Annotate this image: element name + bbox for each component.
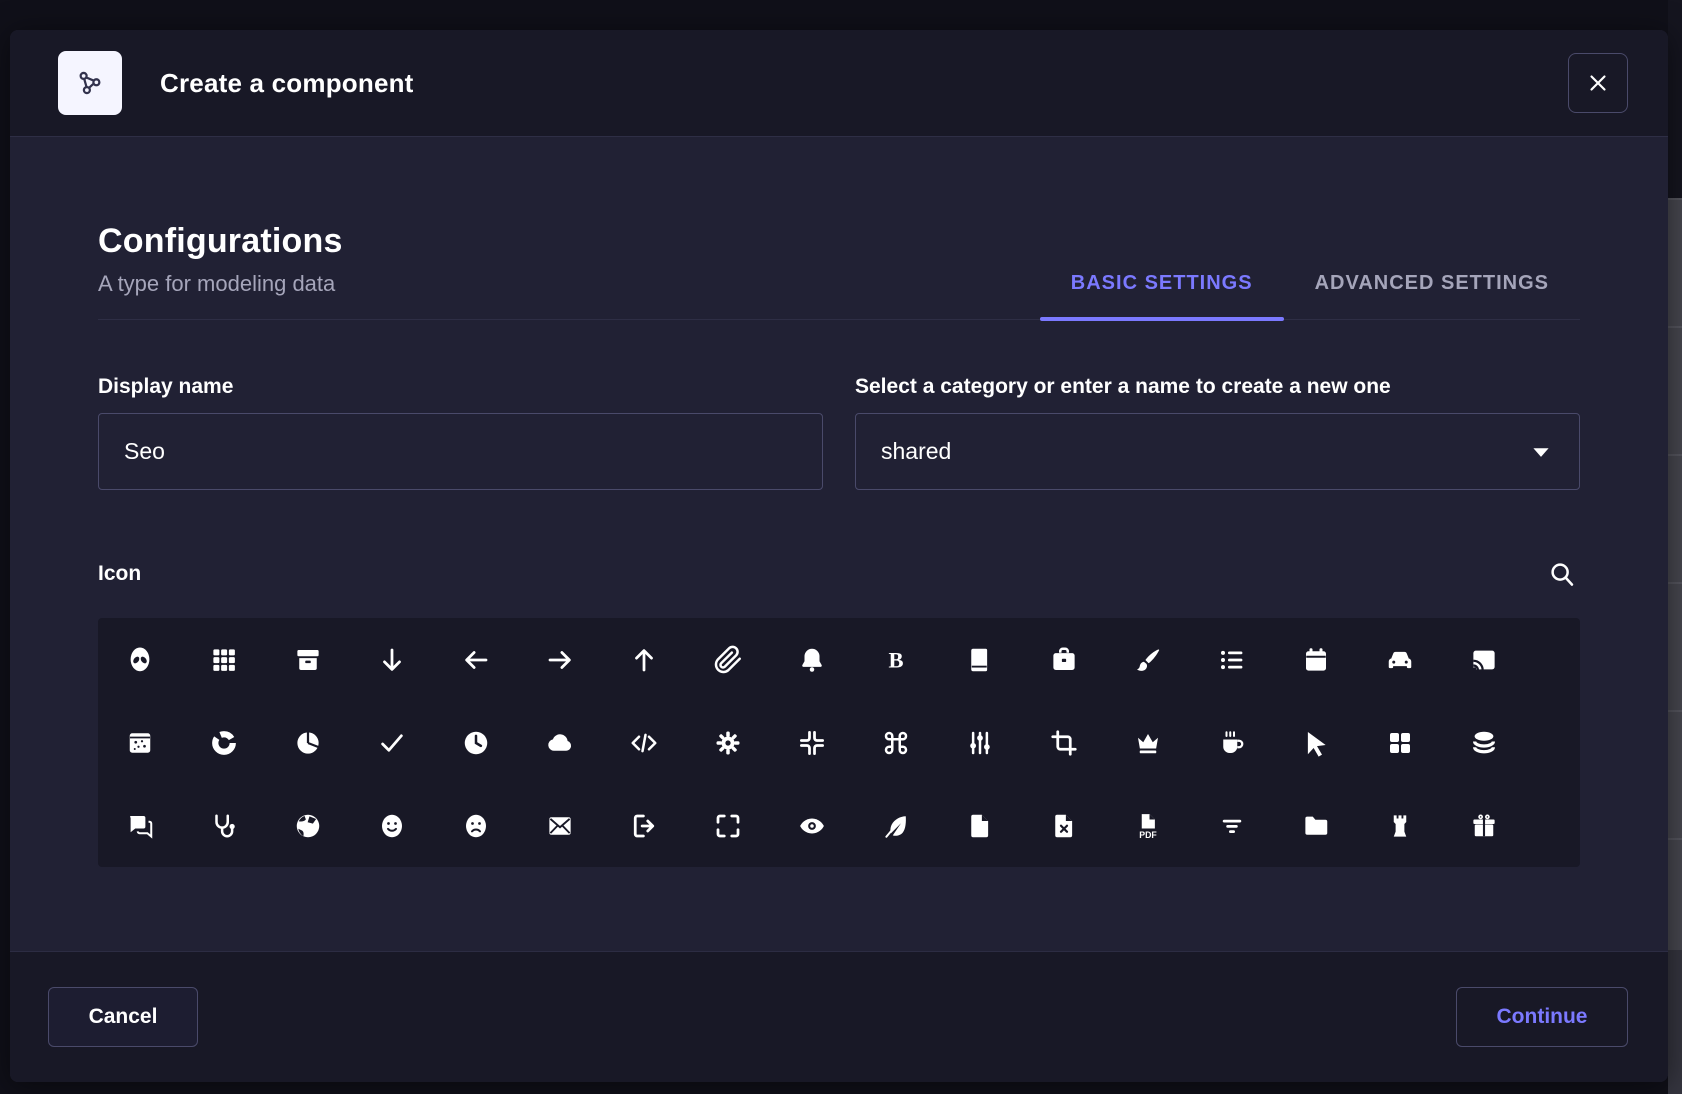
gate-icon[interactable] <box>1372 798 1428 854</box>
section-subtitle: A type for modeling data <box>98 271 343 297</box>
calendar-icon[interactable] <box>1288 632 1344 688</box>
category-label: Select a category or enter a name to cre… <box>855 375 1580 399</box>
display-name-label: Display name <box>98 375 823 399</box>
cloud-icon[interactable] <box>532 715 588 771</box>
cancel-button[interactable]: Cancel <box>48 987 198 1047</box>
icon-picker-label: Icon <box>98 562 141 586</box>
section-title: Configurations <box>98 222 343 261</box>
check-icon[interactable] <box>364 715 420 771</box>
clock-icon[interactable] <box>448 715 504 771</box>
component-icon <box>58 51 122 115</box>
archive-icon[interactable] <box>280 632 336 688</box>
command-icon[interactable] <box>868 715 924 771</box>
file-error-icon[interactable] <box>1036 798 1092 854</box>
close-icon <box>1585 70 1611 96</box>
dashboard-icon[interactable] <box>1372 715 1428 771</box>
close-button[interactable] <box>1568 53 1628 113</box>
chart-bubble-icon[interactable] <box>112 715 168 771</box>
category-select[interactable]: shared <box>855 413 1580 490</box>
crop-icon[interactable] <box>1036 715 1092 771</box>
cog-icon[interactable] <box>700 715 756 771</box>
continue-button[interactable]: Continue <box>1456 987 1628 1047</box>
database-icon[interactable] <box>1456 715 1512 771</box>
display-name-input[interactable] <box>98 413 823 490</box>
background-table-footer <box>1668 950 1682 1094</box>
cast-icon[interactable] <box>1456 632 1512 688</box>
collapse-icon[interactable] <box>784 715 840 771</box>
folder-icon[interactable] <box>1288 798 1344 854</box>
arrow-up-icon[interactable] <box>616 632 672 688</box>
crown-icon[interactable] <box>1120 715 1176 771</box>
eye-icon[interactable] <box>784 798 840 854</box>
car-icon[interactable] <box>1372 632 1428 688</box>
modal-header: Create a component <box>10 30 1668 137</box>
chart-pie-icon[interactable] <box>280 715 336 771</box>
search-icon <box>1547 559 1577 589</box>
brush-icon[interactable] <box>1120 632 1176 688</box>
create-component-modal: Create a component Configurations A type… <box>10 30 1668 1082</box>
file-pdf-icon[interactable]: PDF <box>1120 798 1176 854</box>
alien-icon[interactable] <box>112 632 168 688</box>
search-icon-button[interactable] <box>1544 556 1580 592</box>
bullet-list-icon[interactable] <box>1204 632 1260 688</box>
background-table-rows <box>1668 198 1682 950</box>
gift-icon[interactable] <box>1456 798 1512 854</box>
category-select-value: shared <box>881 438 951 465</box>
apps-icon[interactable] <box>196 632 252 688</box>
tab-basic-settings[interactable]: BASIC SETTINGS <box>1040 272 1284 319</box>
filter-icon[interactable] <box>1204 798 1260 854</box>
chevron-down-icon <box>1528 439 1554 465</box>
exit-icon[interactable] <box>616 798 672 854</box>
arrow-left-icon[interactable] <box>448 632 504 688</box>
feather-icon[interactable] <box>868 798 924 854</box>
discuss-icon[interactable] <box>112 798 168 854</box>
modal-title: Create a component <box>160 68 414 99</box>
tabs-divider <box>98 319 1580 320</box>
arrow-down-icon[interactable] <box>364 632 420 688</box>
chart-donut-icon[interactable] <box>196 715 252 771</box>
console-icon[interactable] <box>952 715 1008 771</box>
earth-icon[interactable] <box>280 798 336 854</box>
bold-icon[interactable]: B <box>868 632 924 688</box>
doctor-icon[interactable] <box>196 798 252 854</box>
modal-body: Configurations A type for modeling data … <box>10 137 1668 951</box>
envelope-icon[interactable] <box>532 798 588 854</box>
icon-grid: B PDF <box>98 618 1580 867</box>
arrow-right-icon[interactable] <box>532 632 588 688</box>
code-icon[interactable] <box>616 715 672 771</box>
file-icon[interactable] <box>952 798 1008 854</box>
book-icon[interactable] <box>952 632 1008 688</box>
attachment-icon[interactable] <box>700 632 756 688</box>
cursor-icon[interactable] <box>1288 715 1344 771</box>
emotion-unhappy-icon[interactable] <box>448 798 504 854</box>
briefcase-icon[interactable] <box>1036 632 1092 688</box>
cup-icon[interactable] <box>1204 715 1260 771</box>
expand-icon[interactable] <box>700 798 756 854</box>
background-page-edge <box>1668 0 1682 1094</box>
svg-text:B: B <box>888 647 903 672</box>
modal-footer: Cancel Continue <box>10 951 1668 1082</box>
bell-icon[interactable] <box>784 632 840 688</box>
tabs: BASIC SETTINGS ADVANCED SETTINGS <box>1040 272 1580 319</box>
tab-advanced-settings[interactable]: ADVANCED SETTINGS <box>1284 272 1580 319</box>
emotion-happy-icon[interactable] <box>364 798 420 854</box>
svg-text:PDF: PDF <box>1139 829 1157 839</box>
